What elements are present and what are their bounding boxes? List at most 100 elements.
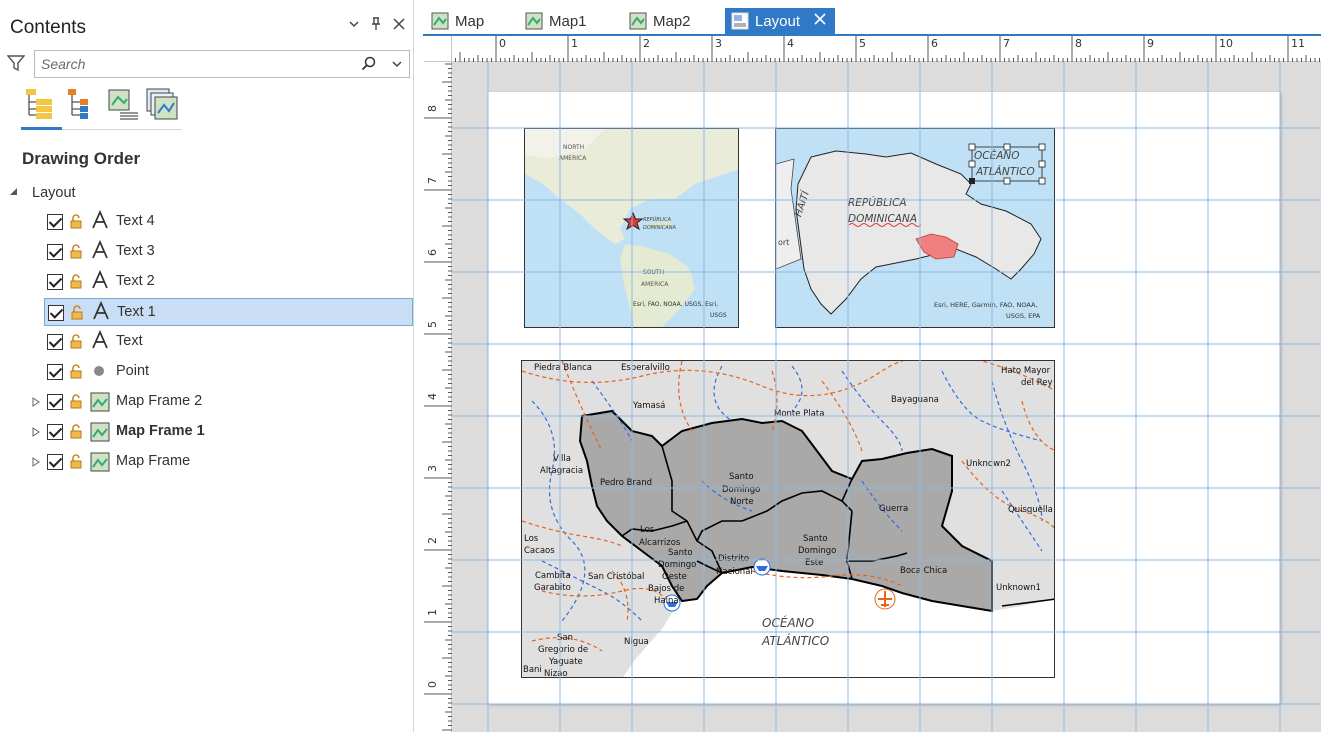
close-icon[interactable] [813,12,827,30]
tree-item-map-frame-2[interactable]: Map Frame 2 [0,388,412,416]
place-label: Los [524,534,539,544]
vertical-ruler[interactable]: 8 7 6 5 4 3 2 1 0 [424,62,452,732]
unlock-icon[interactable] [69,243,86,260]
unlock-icon[interactable] [70,304,87,321]
place-label: Domingo [722,485,760,495]
place-label: Distrito [718,554,749,564]
ruler-label: 5 [859,37,866,50]
list-by-selection-icon[interactable] [145,87,179,121]
visibility-checkbox[interactable] [47,244,63,260]
ruler-label: 4 [787,37,794,50]
place-label: Domingo [798,546,836,556]
place-label: Santo [803,534,828,544]
place-label: Bajos de [648,584,684,594]
unlock-icon[interactable] [69,213,86,230]
tab-label: Map1 [549,13,587,30]
ruler-label: 6 [426,249,439,256]
map-label: REPÚBLICA [643,216,671,223]
place-label: Los [640,525,655,535]
search-box[interactable] [34,50,410,78]
ruler-label: 3 [715,37,722,50]
map-frame-overview[interactable]: NORTH AMERICA SOUTH AMERICA REPÚBLICA DO… [524,128,739,328]
visibility-checkbox[interactable] [47,214,63,230]
place-label: Cambita [535,571,571,581]
place-label: Villa [553,454,571,464]
filter-icon[interactable] [6,54,26,77]
tree-item-label: Text [116,333,143,349]
expand-triangle-icon[interactable] [32,427,40,439]
drawing-order-icon[interactable] [24,87,58,121]
ruler-label: 8 [1075,37,1082,50]
tab-map[interactable]: Map [425,8,513,34]
unlock-icon[interactable] [69,273,86,290]
place-label: Haina [654,596,679,606]
tree-item-text-4[interactable]: Text 4 [0,208,412,236]
tab-map1[interactable]: Map1 [519,8,617,34]
visibility-checkbox[interactable] [48,305,64,321]
list-by-snapping-icon[interactable] [106,87,140,121]
tree-root-layout[interactable]: Layout [0,178,412,206]
layout-canvas[interactable]: NORTH AMERICA SOUTH AMERICA REPÚBLICA DO… [452,62,1321,732]
close-icon[interactable] [392,17,406,34]
tree-item-text-1[interactable]: Text 1 [44,298,413,326]
visibility-checkbox[interactable] [47,424,63,440]
tab-map2[interactable]: Map2 [623,8,723,34]
map-icon [525,12,543,34]
place-label: Nigua [624,637,649,647]
map-label: DOMINICANA [643,225,676,231]
place-label: Pedro Brand [600,478,652,488]
tree-item-map-frame-1[interactable]: Map Frame 1 [0,418,412,446]
tree-item-text[interactable]: Text [0,328,412,356]
chevron-down-icon[interactable] [390,57,404,76]
search-input[interactable] [41,56,351,72]
unlock-icon[interactable] [69,453,86,470]
contents-pane: Contents Search Drawing Order Layout Tex… [0,0,414,732]
layout-page[interactable]: NORTH AMERICA SOUTH AMERICA REPÚBLICA DO… [488,92,1280,704]
tree-item-label: Text 4 [116,213,155,229]
map-frame-1[interactable]: Piedra Blanca Esperalvillo Hato Mayor del R… [521,360,1055,678]
tree-item-point[interactable]: Point [0,358,412,386]
pin-icon[interactable] [370,17,382,34]
map-icon [629,12,647,34]
visibility-checkbox[interactable] [47,454,63,470]
visibility-checkbox[interactable] [47,274,63,290]
search-icon[interactable] [361,56,377,77]
collapse-triangle-icon[interactable] [9,187,18,198]
expand-triangle-icon[interactable] [32,457,40,469]
tree-item-map-frame[interactable]: Map Frame [0,448,412,476]
map-frame-icon [90,392,110,416]
unlock-icon[interactable] [69,363,86,380]
unlock-icon[interactable] [69,333,86,350]
map-label: REPÚBLICA [848,196,907,209]
ruler-label: 3 [426,465,439,472]
tab-layout[interactable]: Layout [725,8,835,34]
tree-item-label: Map Frame [116,453,191,469]
horizontal-ruler[interactable]: 0 1 2 3 4 5 6 7 8 9 10 11 [452,36,1321,62]
expand-triangle-icon[interactable] [32,397,40,409]
place-label: San Cristóbal [588,571,644,582]
map-label: ATLÁNTICO [761,633,829,648]
unlock-icon[interactable] [69,393,86,410]
place-label: Altagracia [540,466,583,476]
tree-item-label: Map Frame 2 [116,393,203,409]
map-frame-2[interactable]: REPÚBLICA DOMINICANA HAITÍ ort OCÉANO AT… [775,128,1055,328]
tab-label: Map [455,13,485,30]
place-label: Monte Plata [774,409,824,419]
visibility-checkbox[interactable] [47,364,63,380]
tree-item-text-2[interactable]: Text 2 [0,268,412,296]
place-label: Yamasá [632,401,665,411]
map-label: OCÉANO [974,149,1020,162]
unlock-icon[interactable] [69,423,86,440]
tree-item-text-3[interactable]: Text 3 [0,238,412,266]
text-element-icon [91,209,109,234]
place-label: Bayaguana [891,395,939,405]
visibility-checkbox[interactable] [47,394,63,410]
map-label: AMERICA [641,281,669,288]
list-by-source-icon[interactable] [66,87,100,121]
visibility-checkbox[interactable] [47,334,63,350]
chevron-down-icon[interactable] [348,17,360,33]
ruler-label: 5 [426,321,439,328]
place-label: Unknown1 [996,583,1041,593]
map-label: ort [778,238,789,247]
place-label: Bani [523,665,542,675]
